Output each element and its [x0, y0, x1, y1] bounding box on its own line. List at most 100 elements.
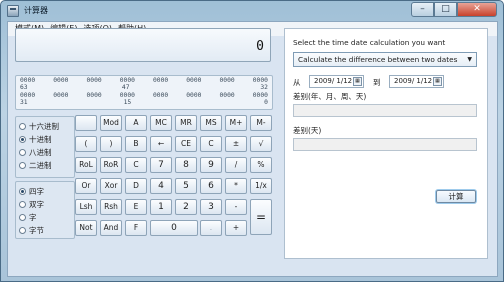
- calendar-icon[interactable]: ▦: [353, 77, 362, 86]
- chevron-down-icon[interactable]: ▼: [467, 53, 472, 66]
- radio-dot[interactable]: [19, 123, 26, 130]
- open-paren-key[interactable]: (: [75, 136, 97, 152]
- digit-3-key[interactable]: 3: [200, 199, 222, 215]
- bit-label: [227, 99, 242, 106]
- bit-group[interactable]: 0000: [253, 92, 268, 99]
- bit-group[interactable]: 0000: [186, 77, 201, 84]
- digit-9-key[interactable]: 9: [200, 157, 222, 173]
- equals-key[interactable]: =: [250, 199, 272, 235]
- radio-dot[interactable]: [19, 227, 26, 234]
- backspace-key[interactable]: ←: [150, 136, 172, 152]
- radio-word[interactable]: 字: [19, 211, 71, 224]
- bit-group[interactable]: 0000: [220, 77, 235, 84]
- not-key[interactable]: Not: [75, 220, 97, 236]
- bit-group[interactable]: 0000: [87, 77, 102, 84]
- bit-group[interactable]: 0000: [87, 92, 102, 99]
- ms-key[interactable]: MS: [200, 115, 222, 131]
- bit-group[interactable]: 0000: [253, 77, 268, 84]
- digit-4-key[interactable]: 4: [150, 178, 172, 194]
- digit-6-key[interactable]: 6: [200, 178, 222, 194]
- reciprocal-key[interactable]: 1/x: [250, 178, 272, 194]
- add-key[interactable]: +: [225, 220, 247, 236]
- bit-group[interactable]: 0000: [153, 92, 168, 99]
- ce-key[interactable]: CE: [175, 136, 197, 152]
- mplus-key[interactable]: M+: [225, 115, 247, 131]
- bit-group[interactable]: 0000: [20, 77, 35, 84]
- difference-days-field[interactable]: [293, 138, 477, 151]
- digit-8-key[interactable]: 8: [175, 157, 197, 173]
- radio-dot[interactable]: [19, 162, 26, 169]
- bit-label: 15: [123, 99, 132, 107]
- sqrt-key[interactable]: √: [250, 136, 272, 152]
- multiply-key[interactable]: *: [225, 178, 247, 194]
- difference-ymwd-field[interactable]: [293, 104, 477, 117]
- radio-dot[interactable]: [19, 149, 26, 156]
- and-key[interactable]: And: [100, 220, 122, 236]
- hex-f-key[interactable]: F: [125, 220, 147, 236]
- rol-key[interactable]: RoL: [75, 157, 97, 173]
- bit-label: [49, 99, 64, 106]
- bit-group[interactable]: 0000: [20, 92, 35, 99]
- calculate-button[interactable]: 计算: [436, 190, 476, 203]
- bit-group[interactable]: 0000: [120, 92, 135, 99]
- lsh-key[interactable]: Lsh: [75, 199, 97, 215]
- bit-group[interactable]: 0000: [120, 77, 135, 84]
- bit-label: 32: [260, 84, 268, 92]
- from-date-picker[interactable]: 2009/ 1/12 ▦: [309, 75, 364, 88]
- xor-key[interactable]: Xor: [100, 178, 122, 194]
- calculation-mode-select[interactable]: Calculate the difference between two dat…: [293, 52, 477, 67]
- bit-group[interactable]: 0000: [53, 92, 68, 99]
- subtract-key[interactable]: -: [225, 199, 247, 215]
- mminus-key[interactable]: M-: [250, 115, 272, 131]
- radio-dec[interactable]: 十进制: [19, 133, 71, 146]
- hex-e-key[interactable]: E: [125, 199, 147, 215]
- digit-5-key[interactable]: 5: [175, 178, 197, 194]
- radio-oct[interactable]: 八进制: [19, 146, 71, 159]
- mr-key[interactable]: MR: [175, 115, 197, 131]
- rsh-key[interactable]: Rsh: [100, 199, 122, 215]
- digit-2-key[interactable]: 2: [175, 199, 197, 215]
- maximize-button[interactable]: □: [434, 2, 457, 17]
- title-bar[interactable]: 计算器 – □ ✕: [1, 1, 503, 21]
- ror-key[interactable]: RoR: [100, 157, 122, 173]
- calendar-icon[interactable]: ▦: [433, 77, 442, 86]
- radio-hex[interactable]: 十六进制: [19, 120, 71, 133]
- bit-label: [49, 84, 64, 91]
- difference-ymwd-label: 差别(年、月、周、天): [293, 92, 367, 101]
- mod-key[interactable]: Mod: [100, 115, 122, 131]
- bit-labels-low: 31 15 0: [20, 99, 268, 106]
- clear-key[interactable]: C: [200, 136, 222, 152]
- close-button[interactable]: ✕: [457, 2, 497, 17]
- negate-key[interactable]: ±: [225, 136, 247, 152]
- percent-key[interactable]: %: [250, 157, 272, 173]
- hex-d-key[interactable]: D: [125, 178, 147, 194]
- digit-0-key[interactable]: 0: [150, 220, 198, 236]
- radio-dot[interactable]: [19, 201, 26, 208]
- hex-a-key[interactable]: A: [125, 115, 147, 131]
- minimize-button[interactable]: –: [411, 2, 434, 17]
- to-label: 到: [373, 78, 381, 87]
- bit-label: [153, 99, 168, 106]
- close-paren-key[interactable]: ): [100, 136, 122, 152]
- to-date-picker[interactable]: 2009/ 1/12 ▦: [389, 75, 444, 88]
- digit-1-key[interactable]: 1: [150, 199, 172, 215]
- radio-bin[interactable]: 二进制: [19, 159, 71, 172]
- hex-b-key[interactable]: B: [125, 136, 147, 152]
- radio-qword[interactable]: 四字: [19, 185, 71, 198]
- radio-dword[interactable]: 双字: [19, 198, 71, 211]
- radio-byte[interactable]: 字节: [19, 224, 71, 237]
- radio-dot[interactable]: [19, 214, 26, 221]
- bit-group[interactable]: 0000: [153, 77, 168, 84]
- mc-key[interactable]: MC: [150, 115, 172, 131]
- hex-c-key[interactable]: C: [125, 157, 147, 173]
- bit-group[interactable]: 0000: [53, 77, 68, 84]
- divide-key[interactable]: /: [225, 157, 247, 173]
- radio-dot-selected[interactable]: [19, 136, 26, 143]
- or-key[interactable]: Or: [75, 178, 97, 194]
- digit-7-key[interactable]: 7: [150, 157, 172, 173]
- bit-group[interactable]: 0000: [220, 92, 235, 99]
- bit-group[interactable]: 0000: [186, 92, 201, 99]
- decimal-key[interactable]: .: [200, 220, 222, 236]
- radio-dot-selected[interactable]: [19, 188, 26, 195]
- radio-label: 字节: [29, 226, 44, 235]
